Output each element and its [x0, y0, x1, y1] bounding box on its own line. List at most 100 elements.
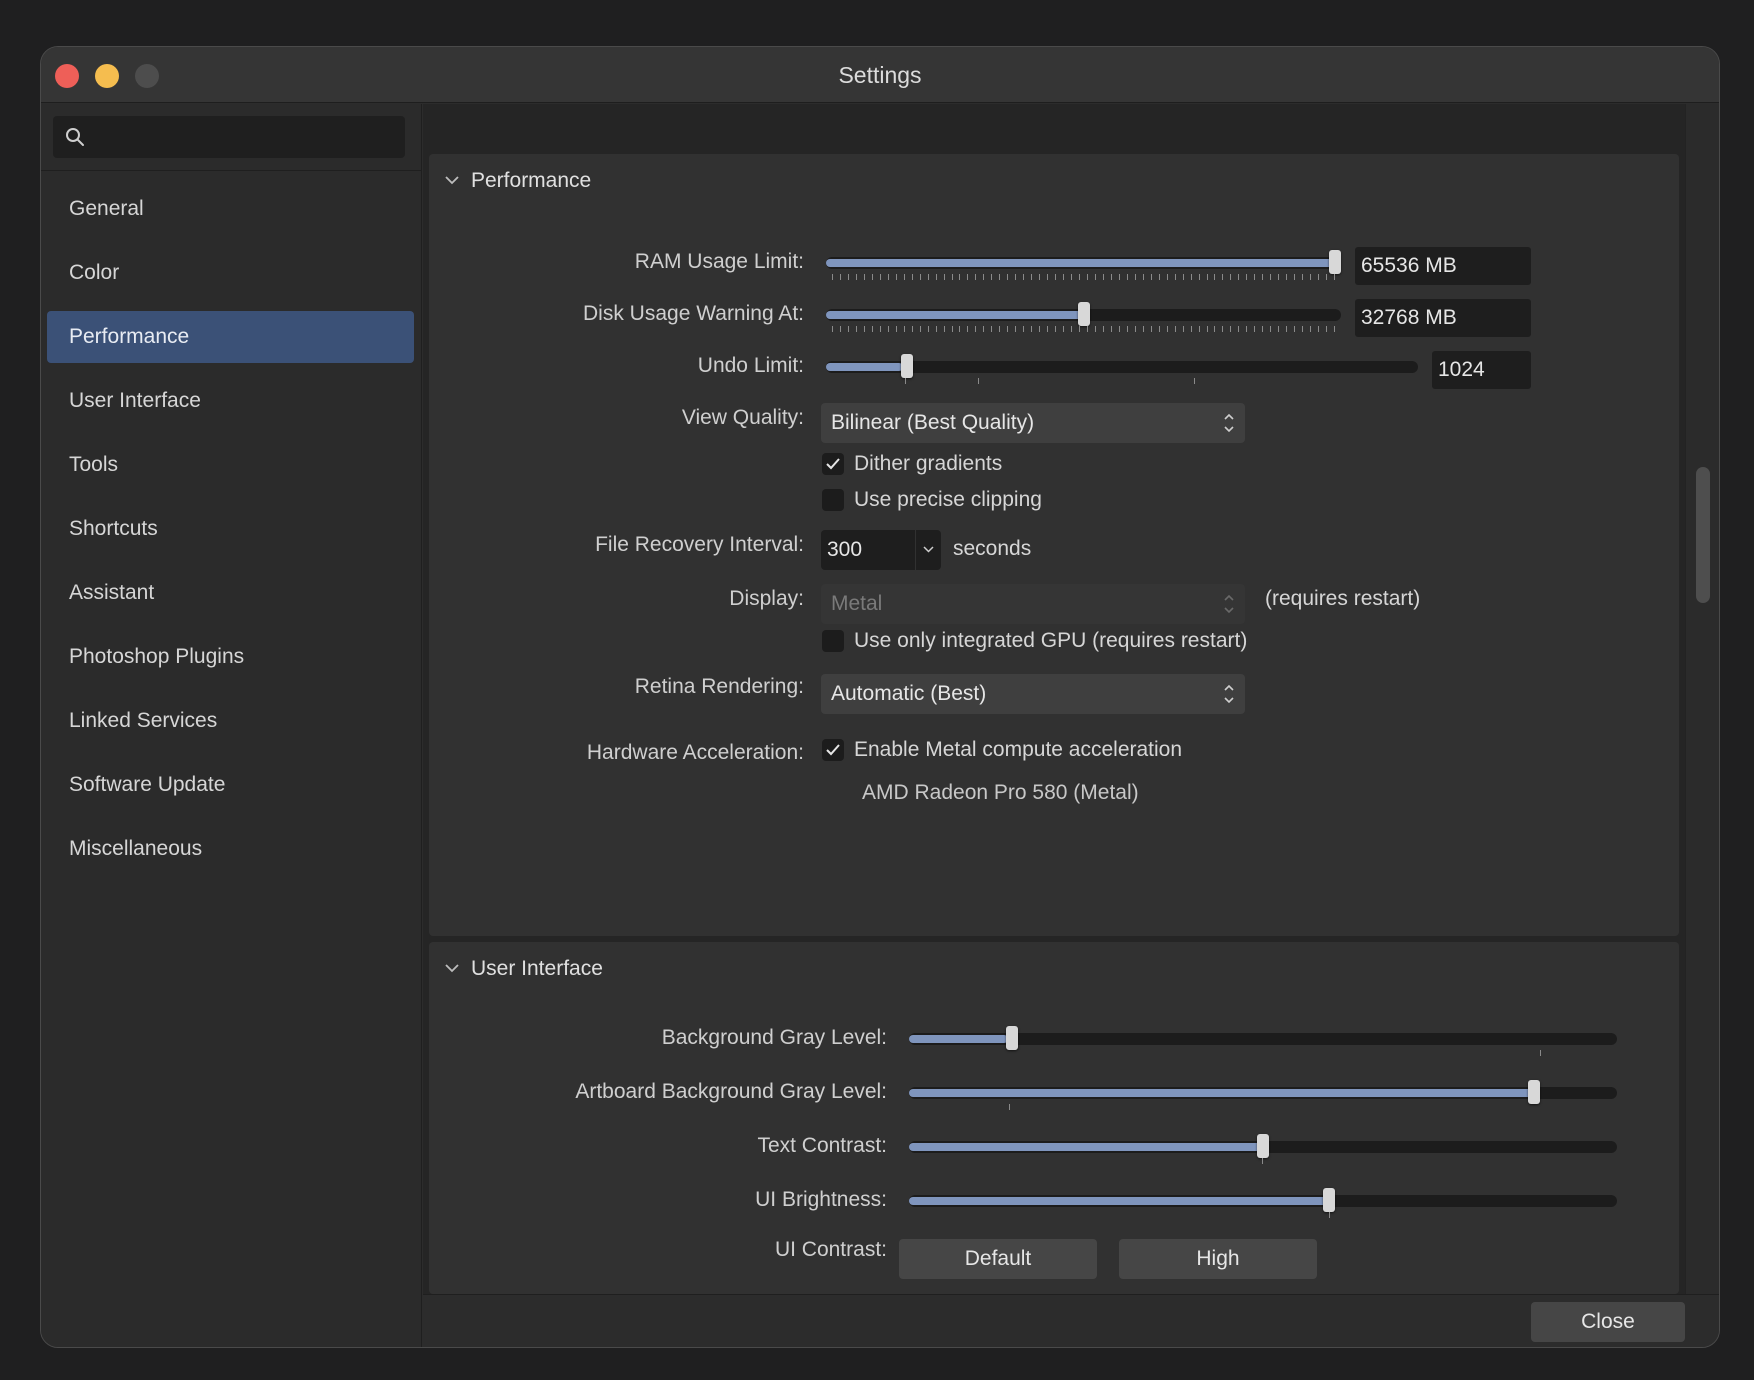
undo-limit-value-field[interactable]: 1024: [1432, 351, 1531, 389]
content-scrollbar[interactable]: [1685, 104, 1719, 1294]
slider-tick: [959, 274, 961, 280]
chevron-down-icon: [923, 546, 934, 553]
slider-tick: [927, 274, 929, 280]
search-input[interactable]: [53, 116, 405, 158]
slider-tick: [847, 326, 849, 332]
slider-tick: [1134, 274, 1136, 280]
artboard-gray-slider-thumb[interactable]: [1528, 1080, 1541, 1104]
slider-tick: [863, 274, 865, 280]
sidebar-item-tools[interactable]: Tools: [47, 439, 414, 491]
up-down-arrows-icon: [1224, 594, 1234, 614]
precise-clipping-checkbox[interactable]: [822, 489, 844, 511]
checkmark-icon: [826, 744, 840, 756]
performance-panel-header[interactable]: Performance: [443, 166, 591, 196]
slider-tick: [1110, 326, 1112, 332]
slider-tick: [903, 274, 905, 280]
slider-tick: [1007, 274, 1009, 280]
content-scrollbar-thumb[interactable]: [1696, 467, 1710, 603]
view-quality-value: Bilinear (Best Quality): [831, 411, 1035, 434]
metal-compute-checkbox[interactable]: [822, 739, 844, 761]
text-contrast-slider-thumb[interactable]: [1257, 1134, 1269, 1158]
view-quality-select[interactable]: Bilinear (Best Quality): [821, 403, 1245, 443]
dither-gradients-checkbox[interactable]: [822, 453, 844, 475]
slider-tick: [1118, 326, 1120, 332]
disk-warning-slider-ticks: [832, 326, 1335, 334]
slider-tick: [935, 326, 937, 332]
slider-tick: [855, 274, 857, 280]
slider-tick: [1150, 274, 1152, 280]
slider-tick: [832, 274, 833, 280]
sidebar-divider: [41, 170, 421, 171]
sidebar-item-linked-services[interactable]: Linked Services: [47, 695, 414, 747]
sidebar-item-software-update[interactable]: Software Update: [47, 759, 414, 811]
slider-tick: [1318, 274, 1320, 280]
user-interface-heading: User Interface: [471, 957, 603, 980]
hardware-acceleration-label: Hardware Acceleration:: [586, 741, 804, 764]
performance-panel: Performance RAM Usage Limit: 65536 MB Di…: [429, 154, 1679, 936]
dialog-footer: Close: [423, 1294, 1719, 1347]
ram-usage-label: RAM Usage Limit:: [634, 250, 804, 273]
slider-tick: [1198, 274, 1200, 280]
retina-rendering-select[interactable]: Automatic (Best): [821, 674, 1245, 714]
file-recovery-dropdown-button[interactable]: [916, 530, 941, 570]
close-button[interactable]: Close: [1531, 1302, 1685, 1342]
ui-brightness-slider[interactable]: [909, 1188, 1617, 1212]
slider-tick: [1286, 274, 1288, 280]
slider-tick: [919, 274, 921, 280]
sidebar-item-miscellaneous[interactable]: Miscellaneous: [47, 823, 414, 875]
user-interface-panel: User Interface Background Gray Level: Ar…: [429, 942, 1679, 1294]
sidebar-item-performance[interactable]: Performance: [47, 311, 414, 363]
ui-brightness-tick: [1329, 1212, 1330, 1218]
background-gray-label: Background Gray Level:: [661, 1026, 887, 1049]
slider-tick: [943, 274, 945, 280]
user-interface-panel-header[interactable]: User Interface: [443, 954, 603, 984]
background-gray-slider-thumb[interactable]: [1006, 1026, 1019, 1050]
artboard-gray-slider[interactable]: [909, 1080, 1617, 1104]
integrated-gpu-checkbox[interactable]: [822, 630, 844, 652]
file-recovery-input[interactable]: 300: [821, 530, 915, 570]
sidebar-item-user-interface[interactable]: User Interface: [47, 375, 414, 427]
slider-tick: [1326, 274, 1328, 280]
slider-tick: [1150, 326, 1152, 332]
background-gray-slider[interactable]: [909, 1026, 1617, 1050]
retina-rendering-value: Automatic (Best): [831, 682, 987, 705]
sidebar-item-photoshop-plugins[interactable]: Photoshop Plugins: [47, 631, 414, 683]
text-contrast-slider-fill: [909, 1143, 1263, 1151]
disk-warning-slider[interactable]: [826, 302, 1341, 326]
disk-warning-slider-thumb[interactable]: [1077, 302, 1090, 326]
sidebar-item-shortcuts[interactable]: Shortcuts: [47, 503, 414, 555]
ram-usage-slider[interactable]: [826, 250, 1341, 274]
slider-tick: [959, 326, 961, 332]
sidebar-item-general[interactable]: General: [47, 183, 414, 235]
ram-usage-value-field[interactable]: 65536 MB: [1355, 247, 1531, 285]
text-contrast-slider[interactable]: [909, 1134, 1617, 1158]
display-label: Display:: [729, 587, 804, 610]
slider-tick: [847, 274, 849, 280]
slider-tick: [1134, 326, 1136, 332]
slider-tick: [1039, 274, 1041, 280]
ram-usage-slider-fill: [826, 259, 1341, 267]
ram-usage-slider-thumb[interactable]: [1329, 250, 1341, 274]
slider-tick: [1286, 326, 1288, 332]
precise-clipping-label: Use precise clipping: [854, 488, 1042, 511]
slider-tick: [895, 274, 897, 280]
ui-contrast-high-button[interactable]: High: [1119, 1239, 1317, 1279]
ui-brightness-slider-thumb[interactable]: [1323, 1188, 1336, 1212]
sidebar-item-color[interactable]: Color: [47, 247, 414, 299]
ui-contrast-default-button[interactable]: Default: [899, 1239, 1097, 1279]
disk-warning-value-field[interactable]: 32768 MB: [1355, 299, 1531, 337]
metal-compute-label: Enable Metal compute acceleration: [854, 738, 1183, 761]
undo-limit-slider-thumb[interactable]: [901, 354, 914, 378]
slider-tick: [1278, 274, 1280, 280]
artboard-gray-tick: [1009, 1104, 1010, 1110]
slider-tick: [1023, 326, 1025, 332]
text-contrast-tick: [1262, 1158, 1263, 1164]
slider-tick: [1039, 326, 1041, 332]
undo-limit-slider[interactable]: [826, 354, 1418, 378]
integrated-gpu-label: Use only integrated GPU (requires restar…: [854, 629, 1248, 652]
slider-tick: [1158, 326, 1160, 332]
sidebar-item-assistant[interactable]: Assistant: [47, 567, 414, 619]
slider-tick: [1262, 326, 1264, 332]
slider-tick: [1262, 274, 1264, 280]
slider-tick: [879, 326, 881, 332]
